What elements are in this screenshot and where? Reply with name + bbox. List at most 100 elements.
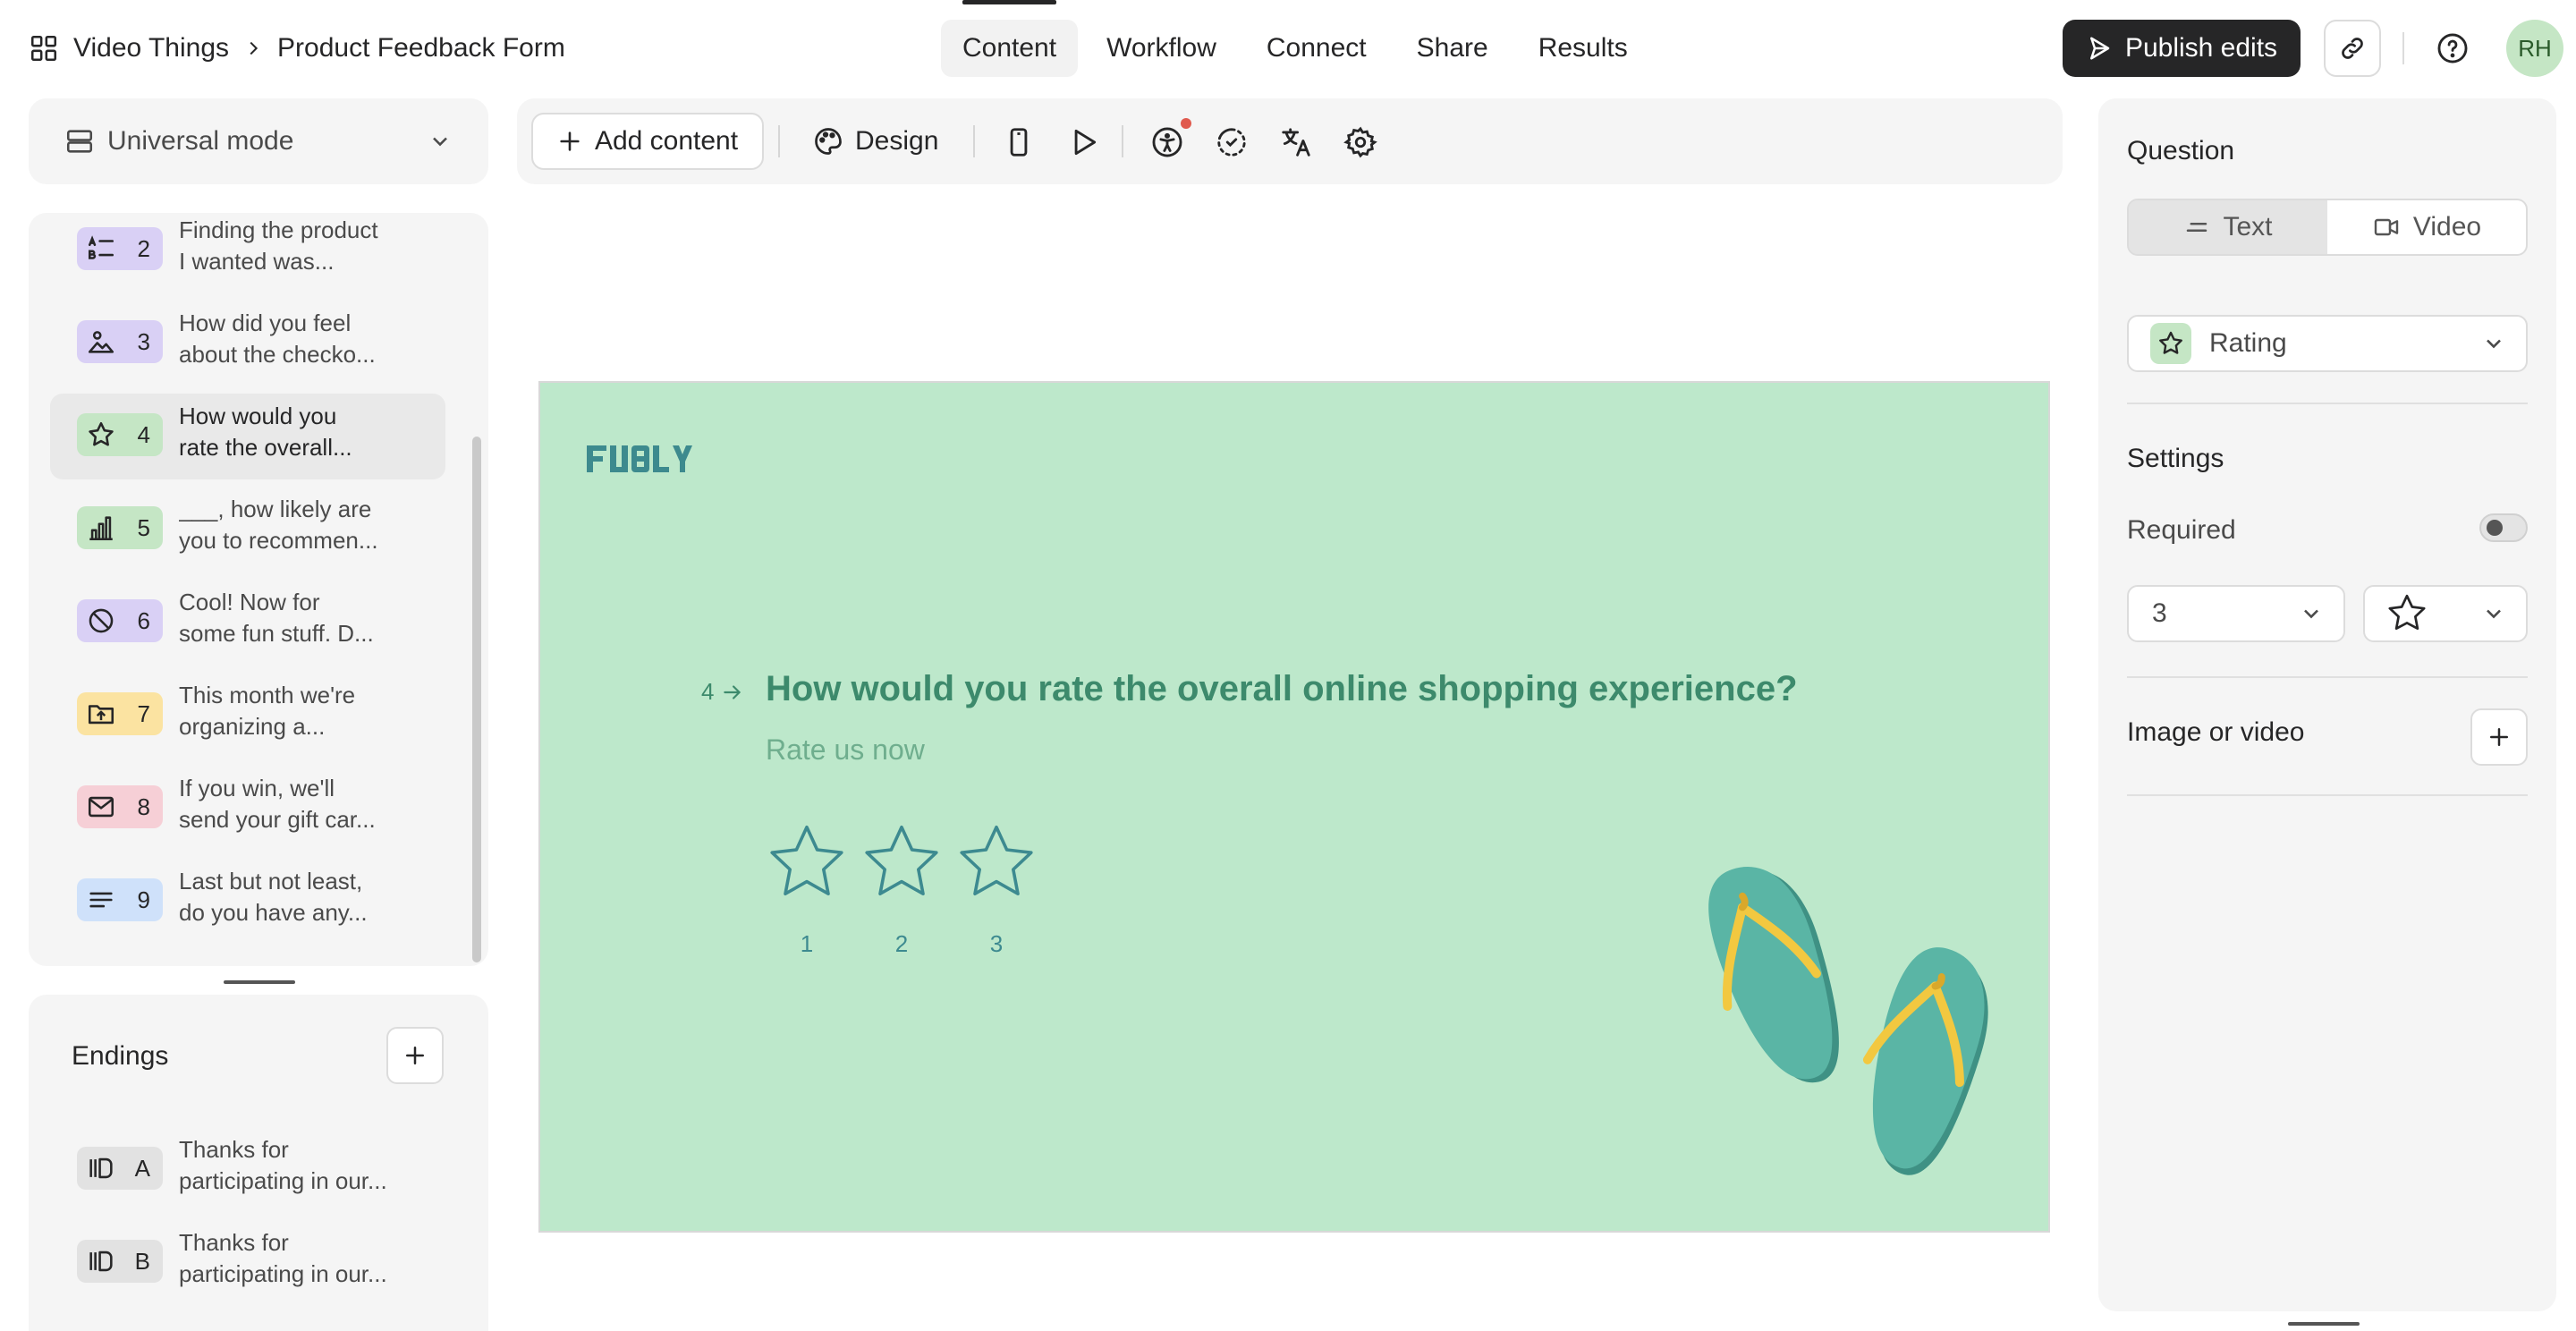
question-number: 8 xyxy=(137,793,150,820)
question-line-1: This month we're xyxy=(179,682,356,708)
tab-content[interactable]: Content xyxy=(941,0,1079,77)
canvas-question-description[interactable]: Rate us now xyxy=(766,733,925,767)
help-button[interactable] xyxy=(2433,29,2472,68)
question-preview: Last but not least, do you have any... xyxy=(179,866,411,928)
question-item-8[interactable]: 8 If you win, we'll send your gift car..… xyxy=(50,766,445,852)
translate-icon[interactable] xyxy=(1279,125,1313,159)
add-ending-button[interactable] xyxy=(386,1027,444,1084)
tab-workflow[interactable]: Workflow xyxy=(1085,20,1238,77)
question-number: 5 xyxy=(137,513,150,541)
mode-label: Universal mode xyxy=(107,126,294,156)
breadcrumb-workspace[interactable]: Video Things xyxy=(73,33,229,64)
form-preview-canvas[interactable]: 4 How would you rate the overall online … xyxy=(538,381,2050,1233)
rating-count-value: 3 xyxy=(2152,598,2167,628)
mail-icon xyxy=(88,796,114,818)
rating-count-select[interactable]: 3 xyxy=(2127,585,2345,642)
brand-logo xyxy=(587,445,692,472)
video-option-label: Video xyxy=(2412,212,2482,242)
universal-mode-select[interactable]: Universal mode xyxy=(29,98,488,184)
ending-line-1: Thanks for xyxy=(179,1136,289,1163)
question-number: 3 xyxy=(137,327,150,355)
question-preview: How would you rate the overall... xyxy=(179,401,411,463)
rating-label: 2 xyxy=(894,930,909,957)
panel-divider xyxy=(2127,676,2528,678)
required-toggle[interactable] xyxy=(2479,513,2528,542)
header-divider xyxy=(2402,32,2404,64)
breadcrumb-form[interactable]: Product Feedback Form xyxy=(277,33,565,64)
chevron-down-icon xyxy=(2304,609,2318,619)
ending-badge: A xyxy=(77,1147,163,1190)
text-option-label: Text xyxy=(2223,212,2273,242)
question-item-3[interactable]: 3 How did you feel about the checko... xyxy=(50,301,445,386)
help-icon xyxy=(2437,33,2468,64)
question-item-2[interactable]: 2 Finding the product I wanted was... xyxy=(50,213,445,293)
question-badge: 8 xyxy=(77,785,163,828)
ending-item-b[interactable]: B Thanks for participating in our... xyxy=(50,1220,445,1306)
canvas-question-number: 4 xyxy=(701,678,715,705)
grid-icon[interactable] xyxy=(29,33,59,64)
question-item-6[interactable]: 6 Cool! Now for some fun stuff. D... xyxy=(50,580,445,666)
canvas-question-title[interactable]: How would you rate the overall online sh… xyxy=(766,669,1798,709)
question-format-toggle: Text Video xyxy=(2127,199,2528,256)
format-text-option[interactable]: Text xyxy=(2129,200,2327,254)
layers-icon xyxy=(66,130,93,153)
tab-share[interactable]: Share xyxy=(1395,20,1510,77)
right-panel-resize-handle[interactable] xyxy=(2288,1322,2360,1326)
avatar[interactable]: RH xyxy=(2506,20,2563,77)
ending-icon xyxy=(89,1157,113,1179)
question-item-4[interactable]: 4 How would you rate the overall... xyxy=(50,394,445,479)
send-icon xyxy=(2089,37,2110,60)
accessibility-icon[interactable] xyxy=(1150,125,1184,159)
endings-title: Endings xyxy=(72,1041,169,1071)
ending-item-a[interactable]: A Thanks for participating in our... xyxy=(50,1127,445,1213)
editor-toolbar: Add content Design xyxy=(517,98,2063,184)
question-preview: If you win, we'll send your gift car... xyxy=(179,773,411,835)
question-badge: 9 xyxy=(77,878,163,921)
question-item-9[interactable]: 9 Last but not least, do you have any... xyxy=(50,859,445,945)
add-content-button[interactable]: Add content xyxy=(531,113,764,170)
question-item-7[interactable]: 7 This month we're organizing a... xyxy=(50,673,445,759)
ending-preview: Thanks for participating in our... xyxy=(179,1134,411,1197)
loading-spinner-icon[interactable] xyxy=(1215,125,1249,159)
question-type-select[interactable]: Rating xyxy=(2127,315,2528,372)
publish-edits-button[interactable]: Publish edits xyxy=(2063,20,2301,77)
add-media-button[interactable] xyxy=(2470,708,2528,766)
link-icon xyxy=(2342,38,2363,59)
question-line-1: How did you feel xyxy=(179,309,352,336)
add-content-label: Add content xyxy=(594,126,739,156)
question-preview: Finding the product I wanted was... xyxy=(179,215,411,277)
question-preview: This month we're organizing a... xyxy=(179,680,411,742)
flip-flops-illustration xyxy=(1708,867,1988,1175)
mobile-preview-icon[interactable] xyxy=(1002,125,1036,159)
chevron-down-icon xyxy=(2487,339,2501,349)
tab-results[interactable]: Results xyxy=(1517,20,1649,77)
rating-shape-select[interactable] xyxy=(2363,585,2528,642)
format-video-option[interactable]: Video xyxy=(2327,200,2526,254)
question-line-2: some fun stuff. D... xyxy=(179,620,374,647)
copy-link-button[interactable] xyxy=(2324,20,2381,77)
rating-star-2[interactable]: 2 xyxy=(859,819,945,959)
panel-resize-handle[interactable] xyxy=(224,980,295,984)
image-icon xyxy=(88,331,114,353)
question-badge: 3 xyxy=(77,320,163,363)
question-number-indicator: 4 xyxy=(701,678,744,706)
question-item-5[interactable]: 5 ___, how likely are you to recommen... xyxy=(50,487,445,572)
rating-star-1[interactable]: 1 xyxy=(764,819,850,959)
question-line-2: organizing a... xyxy=(179,713,326,740)
play-icon[interactable] xyxy=(1066,125,1100,159)
design-button[interactable]: Design xyxy=(800,113,951,170)
question-line-2: rate the overall... xyxy=(179,434,352,461)
questions-scrollbar[interactable] xyxy=(472,437,481,962)
star-icon xyxy=(770,826,843,895)
panel-divider xyxy=(2127,794,2528,796)
question-settings-panel: Question Text Video Rating Settings Requ… xyxy=(2098,98,2556,1311)
bar-chart-icon xyxy=(89,516,113,541)
question-preview: ___, how likely are you to recommen... xyxy=(179,494,411,556)
rating-label: 3 xyxy=(989,930,1004,957)
tab-connect[interactable]: Connect xyxy=(1245,20,1388,77)
gear-icon[interactable] xyxy=(1343,125,1377,159)
question-line-2: do you have any... xyxy=(179,899,368,926)
ending-letter: B xyxy=(134,1247,150,1275)
rating-star-3[interactable]: 3 xyxy=(953,819,1039,959)
plus-icon xyxy=(406,1047,424,1064)
